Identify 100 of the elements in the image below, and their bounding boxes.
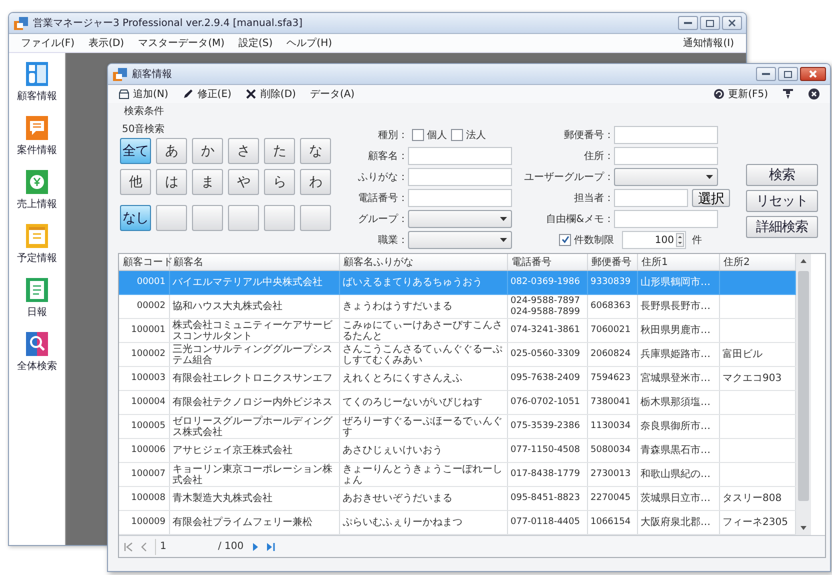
- maximize-button[interactable]: [700, 16, 720, 30]
- table-cell: ばいえるまてりあるちゅうおう: [342, 277, 482, 288]
- table-row[interactable]: 100004 有限会社テクノロジー内外ビジネス てくのろじーないがいびじねす 076-0702-1051 7380041 栃木県那須塩…: [119, 390, 795, 414]
- action-button[interactable]: 検索: [746, 164, 818, 186]
- menu-item[interactable]: ヘルプ(H): [280, 35, 338, 51]
- kana-button[interactable]: [264, 205, 295, 231]
- text-field[interactable]: [408, 147, 512, 165]
- sidebar-item[interactable]: 売上情報: [17, 169, 57, 211]
- sidebar-item[interactable]: 予定情報: [17, 223, 57, 265]
- table-cell: 095-7638-2409: [510, 373, 580, 383]
- kana-button[interactable]: わ: [300, 169, 331, 195]
- toolbar-button[interactable]: 削除(D): [243, 87, 298, 101]
- text-field[interactable]: [614, 189, 688, 207]
- checkbox-label[interactable]: 法人: [466, 128, 486, 142]
- sidebar-item[interactable]: 案件情報: [17, 115, 57, 157]
- kana-button[interactable]: ら: [264, 169, 295, 195]
- close-button[interactable]: [800, 67, 826, 81]
- toolbar-button[interactable]: データ(A): [308, 87, 357, 101]
- column-header[interactable]: 顧客名ふりがな: [339, 254, 507, 270]
- table-row[interactable]: 100008 青木製造大丸株式会社 あおきせいぞうだいまる 095-8451-8823 2270045 茨城県日立市… タスリー808: [119, 486, 795, 510]
- table-cell: 100008: [131, 493, 166, 503]
- kana-button[interactable]: か: [192, 138, 223, 164]
- select-button[interactable]: 選択: [692, 189, 730, 207]
- close-icon: [728, 19, 736, 27]
- kana-button[interactable]: さ: [228, 138, 259, 164]
- text-field[interactable]: [408, 168, 512, 186]
- action-button[interactable]: 詳細検索: [746, 216, 818, 238]
- table-cell: あさひじぇいけいおう: [342, 445, 442, 456]
- filter-button[interactable]: [780, 88, 796, 100]
- first-page-button[interactable]: [123, 542, 133, 552]
- table-cell: 2730013: [590, 469, 631, 479]
- text-field[interactable]: [614, 210, 718, 228]
- previous-page-button[interactable]: [139, 542, 149, 552]
- table-cell: 1130034: [590, 421, 631, 431]
- notebook-icon: [25, 277, 49, 303]
- table-cell: えれくとろにくすさんえふ: [342, 373, 462, 384]
- action-button[interactable]: リセット: [746, 190, 818, 212]
- column-header[interactable]: 顧客コード: [119, 254, 169, 270]
- kana-button[interactable]: 他: [120, 169, 151, 195]
- refresh-button[interactable]: 更新(F5): [711, 87, 770, 101]
- column-header[interactable]: 住所2: [719, 254, 795, 270]
- checkbox[interactable]: [412, 129, 424, 141]
- kana-button[interactable]: [192, 205, 223, 231]
- kana-button[interactable]: なし: [120, 205, 151, 231]
- menu-item[interactable]: 表示(D): [82, 35, 130, 51]
- field-label: グループ：: [357, 212, 408, 226]
- sidebar-item[interactable]: 顧客情報: [17, 61, 57, 103]
- text-field[interactable]: [614, 147, 718, 165]
- table-cell: きょうわはうすだいまる: [342, 301, 452, 312]
- kana-button[interactable]: [228, 205, 259, 231]
- toolbar-button[interactable]: 追加(N): [116, 87, 170, 101]
- menu-item[interactable]: 設定(S): [232, 35, 279, 51]
- table-row[interactable]: 100006 アサヒジェイ京王株式会社 あさひじぇいけいおう 077-1150-4508 5080034 青森県黒石市…: [119, 438, 795, 462]
- menu-item[interactable]: 通知情報(I): [677, 35, 740, 51]
- checkbox-label[interactable]: 個人: [427, 128, 447, 142]
- dropdown[interactable]: [408, 210, 512, 228]
- kana-button[interactable]: [300, 205, 331, 231]
- kana-button[interactable]: あ: [156, 138, 187, 164]
- kana-button[interactable]: [156, 205, 187, 231]
- checkbox-label[interactable]: 件数制限: [574, 232, 614, 247]
- menu-item[interactable]: ファイル(F): [15, 35, 81, 51]
- table-row[interactable]: 100003 有限会社エレクトロニクスサンエフ えれくとろにくすさんえふ 095-7638-2409 7594623 宮城県登米市… マクエコ903: [119, 366, 795, 390]
- kana-button[interactable]: は: [156, 169, 187, 195]
- kana-button[interactable]: た: [264, 138, 295, 164]
- minimize-button[interactable]: [756, 67, 776, 81]
- caret-icon: [500, 238, 507, 242]
- spinner-icon: [676, 233, 684, 247]
- kana-button[interactable]: 全て: [120, 138, 151, 164]
- column-header[interactable]: 住所1: [637, 254, 719, 270]
- toolbar-button[interactable]: 修正(E): [180, 87, 234, 101]
- minimize-button[interactable]: [678, 16, 698, 30]
- sidebar-item[interactable]: 全体検索: [17, 331, 57, 373]
- kana-button[interactable]: や: [228, 169, 259, 195]
- checkmark-icon: [560, 235, 570, 244]
- dropdown[interactable]: [614, 168, 718, 186]
- menu-item[interactable]: マスターデータ(M): [132, 35, 231, 51]
- maximize-button[interactable]: [778, 67, 798, 81]
- number-field[interactable]: 100: [622, 231, 686, 249]
- table-cell: ゼロリースグループホールディングス株式会社: [172, 416, 332, 438]
- table-cell: 100007: [131, 469, 166, 479]
- sidebar-item[interactable]: 日報: [25, 277, 49, 319]
- column-header[interactable]: 郵便番号: [587, 254, 637, 270]
- text-field[interactable]: [408, 189, 512, 207]
- close-button[interactable]: [806, 88, 822, 100]
- kana-button[interactable]: ま: [192, 169, 223, 195]
- page-field[interactable]: 1: [155, 538, 212, 554]
- table-row[interactable]: 00002 協和ハウス大丸株式会社 きょうわはうすだいまる 024-9588-7897 024-9588-7899 6068363 長野県長野市…: [119, 294, 795, 318]
- caret-icon: [706, 175, 713, 179]
- checkbox[interactable]: [451, 129, 463, 141]
- text-field[interactable]: [614, 126, 718, 144]
- last-page-icon: [266, 542, 276, 552]
- table-cell: 6068363: [590, 301, 631, 311]
- checkbox[interactable]: [559, 234, 571, 246]
- kana-button[interactable]: な: [300, 138, 331, 164]
- table-cell: 095-8451-8823: [510, 493, 580, 503]
- table-cell: 和歌山県紀の…: [640, 469, 710, 480]
- column-header[interactable]: 電話番号: [507, 254, 587, 270]
- dropdown[interactable]: [408, 231, 512, 249]
- close-button[interactable]: [722, 16, 742, 30]
- last-page-button[interactable]: [266, 542, 276, 552]
